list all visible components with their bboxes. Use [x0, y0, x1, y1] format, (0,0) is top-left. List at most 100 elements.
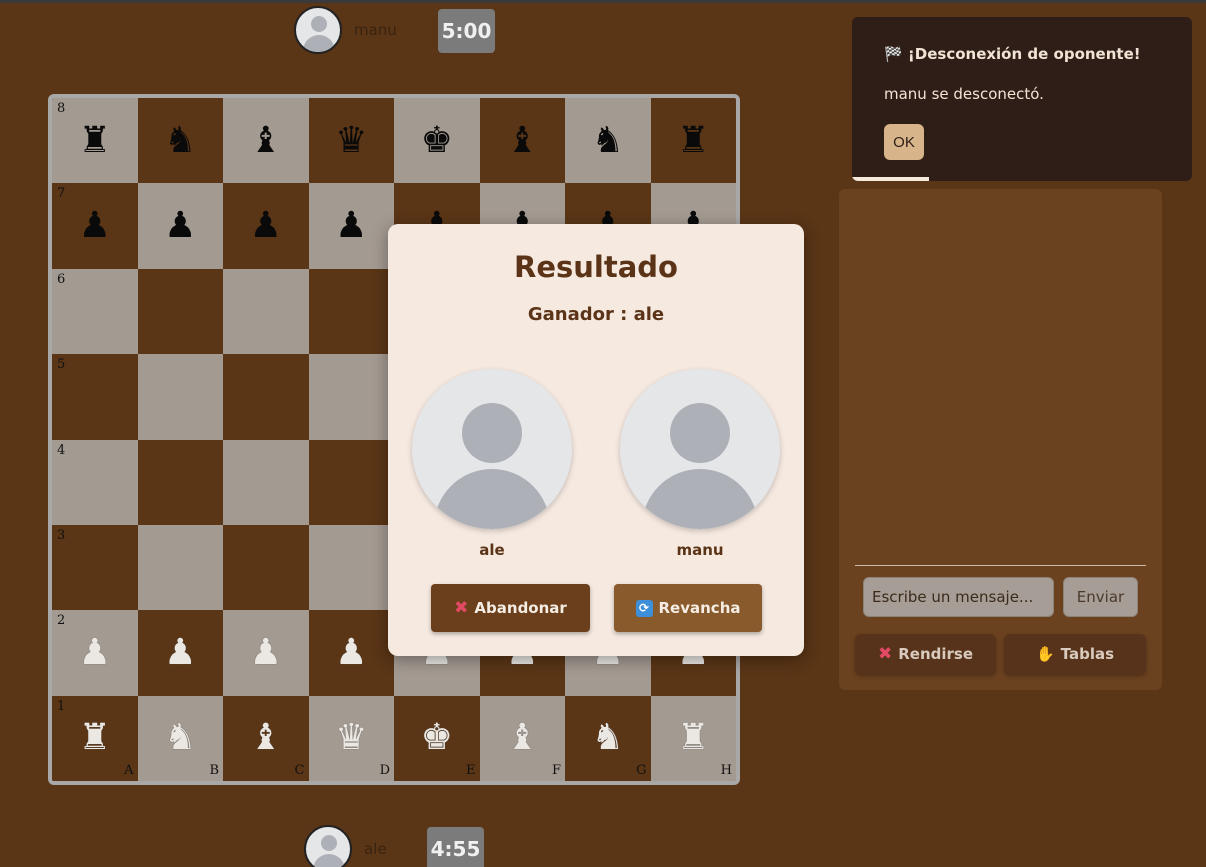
- square-a4[interactable]: 4: [52, 439, 138, 525]
- square-e8[interactable]: ♚: [394, 98, 480, 184]
- white-bishop-icon[interactable]: ♝: [250, 720, 282, 756]
- square-a5[interactable]: 5: [52, 354, 138, 440]
- cross-mark-icon: ✖: [877, 644, 893, 664]
- square-a1[interactable]: 1 A ♜: [52, 695, 138, 781]
- square-d5[interactable]: [308, 354, 394, 440]
- square-c1[interactable]: C ♝: [223, 695, 309, 781]
- result-modal: Resultado Ganador : ale ale manu ✖ Aband…: [388, 224, 804, 656]
- white-pawn-icon[interactable]: ♟: [250, 634, 282, 671]
- white-queen-icon[interactable]: ♛: [335, 720, 367, 756]
- result-player-left-name: ale: [479, 541, 505, 559]
- white-king-icon[interactable]: ♚: [421, 720, 453, 756]
- chat-send-button[interactable]: Enviar: [1063, 577, 1138, 617]
- avatar: [412, 369, 572, 529]
- square-d2[interactable]: ♟: [308, 610, 394, 696]
- handshake-icon: ✋: [1035, 645, 1055, 663]
- black-knight-icon[interactable]: ♞: [592, 122, 624, 159]
- white-bishop-icon[interactable]: ♝: [506, 720, 538, 756]
- square-a3[interactable]: 3: [52, 524, 138, 611]
- square-d1[interactable]: D ♛: [308, 695, 394, 781]
- square-c3[interactable]: [223, 524, 309, 611]
- result-player-right-name: manu: [676, 541, 724, 559]
- square-c8[interactable]: ♝: [223, 98, 309, 184]
- chat-panel: Enviar ✖ Rendirse ✋ Tablas: [839, 189, 1162, 690]
- white-pawn-icon[interactable]: ♟: [79, 634, 111, 671]
- square-d3[interactable]: [308, 524, 394, 611]
- resign-button[interactable]: ✖ Rendirse: [855, 634, 996, 674]
- rematch-label: Revancha: [658, 599, 741, 617]
- square-c2[interactable]: ♟: [223, 610, 309, 696]
- opponent-clock: 5:00: [438, 9, 495, 53]
- chat-input[interactable]: [863, 577, 1054, 617]
- black-bishop-icon[interactable]: ♝: [506, 122, 538, 159]
- square-b4[interactable]: [137, 439, 223, 525]
- rank-label: 3: [57, 527, 66, 543]
- square-e1[interactable]: E ♚: [394, 695, 480, 781]
- square-f8[interactable]: ♝: [479, 98, 565, 184]
- white-rook-icon[interactable]: ♜: [677, 720, 709, 756]
- square-b8[interactable]: ♞: [137, 98, 223, 184]
- square-f1[interactable]: F ♝: [479, 695, 565, 781]
- square-c6[interactable]: [223, 268, 309, 355]
- square-c4[interactable]: [223, 439, 309, 525]
- notification-timer-bar: [852, 177, 929, 181]
- file-label: H: [720, 763, 732, 778]
- draw-label: Tablas: [1060, 645, 1115, 663]
- square-h1[interactable]: H ♜: [650, 695, 736, 781]
- rank-label: 1: [57, 698, 66, 714]
- modal-title: Resultado: [514, 250, 678, 284]
- white-pawn-icon[interactable]: ♟: [335, 634, 367, 671]
- black-king-icon[interactable]: ♚: [421, 122, 453, 159]
- draw-button[interactable]: ✋ Tablas: [1004, 634, 1146, 674]
- player-avatar: [304, 825, 352, 867]
- file-label: F: [551, 763, 561, 778]
- square-d7[interactable]: ♟: [308, 183, 394, 269]
- square-c7[interactable]: ♟: [223, 183, 309, 269]
- rematch-button[interactable]: ⟳ Revancha: [614, 584, 762, 632]
- black-bishop-icon[interactable]: ♝: [250, 122, 282, 159]
- black-rook-icon[interactable]: ♜: [677, 122, 709, 159]
- square-d8[interactable]: ♛: [308, 98, 394, 184]
- square-b5[interactable]: [137, 354, 223, 440]
- square-b1[interactable]: B ♞: [137, 695, 223, 781]
- white-pawn-icon[interactable]: ♟: [164, 634, 196, 671]
- rank-label: 2: [57, 613, 66, 629]
- abandon-button[interactable]: ✖ Abandonar: [431, 584, 590, 632]
- white-knight-icon[interactable]: ♞: [592, 720, 624, 756]
- square-d6[interactable]: [308, 268, 394, 355]
- black-pawn-icon[interactable]: ♟: [335, 208, 367, 244]
- file-label: C: [294, 763, 305, 778]
- black-pawn-icon[interactable]: ♟: [164, 208, 196, 244]
- rank-label: 4: [57, 442, 66, 458]
- square-b2[interactable]: ♟: [137, 610, 223, 696]
- file-label: E: [466, 763, 476, 778]
- square-h8[interactable]: ♜: [650, 98, 736, 184]
- square-b7[interactable]: ♟: [137, 183, 223, 269]
- black-knight-icon[interactable]: ♞: [164, 122, 196, 159]
- white-rook-icon[interactable]: ♜: [79, 720, 111, 756]
- repeat-icon: ⟳: [635, 599, 653, 617]
- black-queen-icon[interactable]: ♛: [335, 122, 367, 159]
- white-knight-icon[interactable]: ♞: [164, 720, 196, 756]
- square-b6[interactable]: [137, 268, 223, 355]
- black-pawn-icon[interactable]: ♟: [250, 208, 282, 244]
- square-a2[interactable]: 2 ♟: [52, 610, 138, 696]
- resign-label: Rendirse: [898, 645, 974, 663]
- square-a6[interactable]: 6: [52, 268, 138, 355]
- notification-title: 🏁 ¡Desconexión de oponente!: [884, 45, 1141, 63]
- black-pawn-icon[interactable]: ♟: [79, 208, 111, 244]
- square-c5[interactable]: [223, 354, 309, 440]
- rank-label: 5: [57, 357, 66, 373]
- black-rook-icon[interactable]: ♜: [79, 122, 111, 159]
- avatar: [620, 369, 780, 529]
- notification-ok-button[interactable]: OK: [884, 124, 924, 160]
- opponent-avatar: [294, 6, 342, 54]
- square-g1[interactable]: G ♞: [565, 695, 651, 781]
- square-d4[interactable]: [308, 439, 394, 525]
- square-g8[interactable]: ♞: [565, 98, 651, 184]
- player-clock: 4:55: [427, 827, 484, 867]
- square-a7[interactable]: 7 ♟: [52, 183, 138, 269]
- square-a8[interactable]: 8 ♜: [52, 98, 138, 184]
- square-b3[interactable]: [137, 524, 223, 611]
- result-player-left: ale: [412, 369, 572, 559]
